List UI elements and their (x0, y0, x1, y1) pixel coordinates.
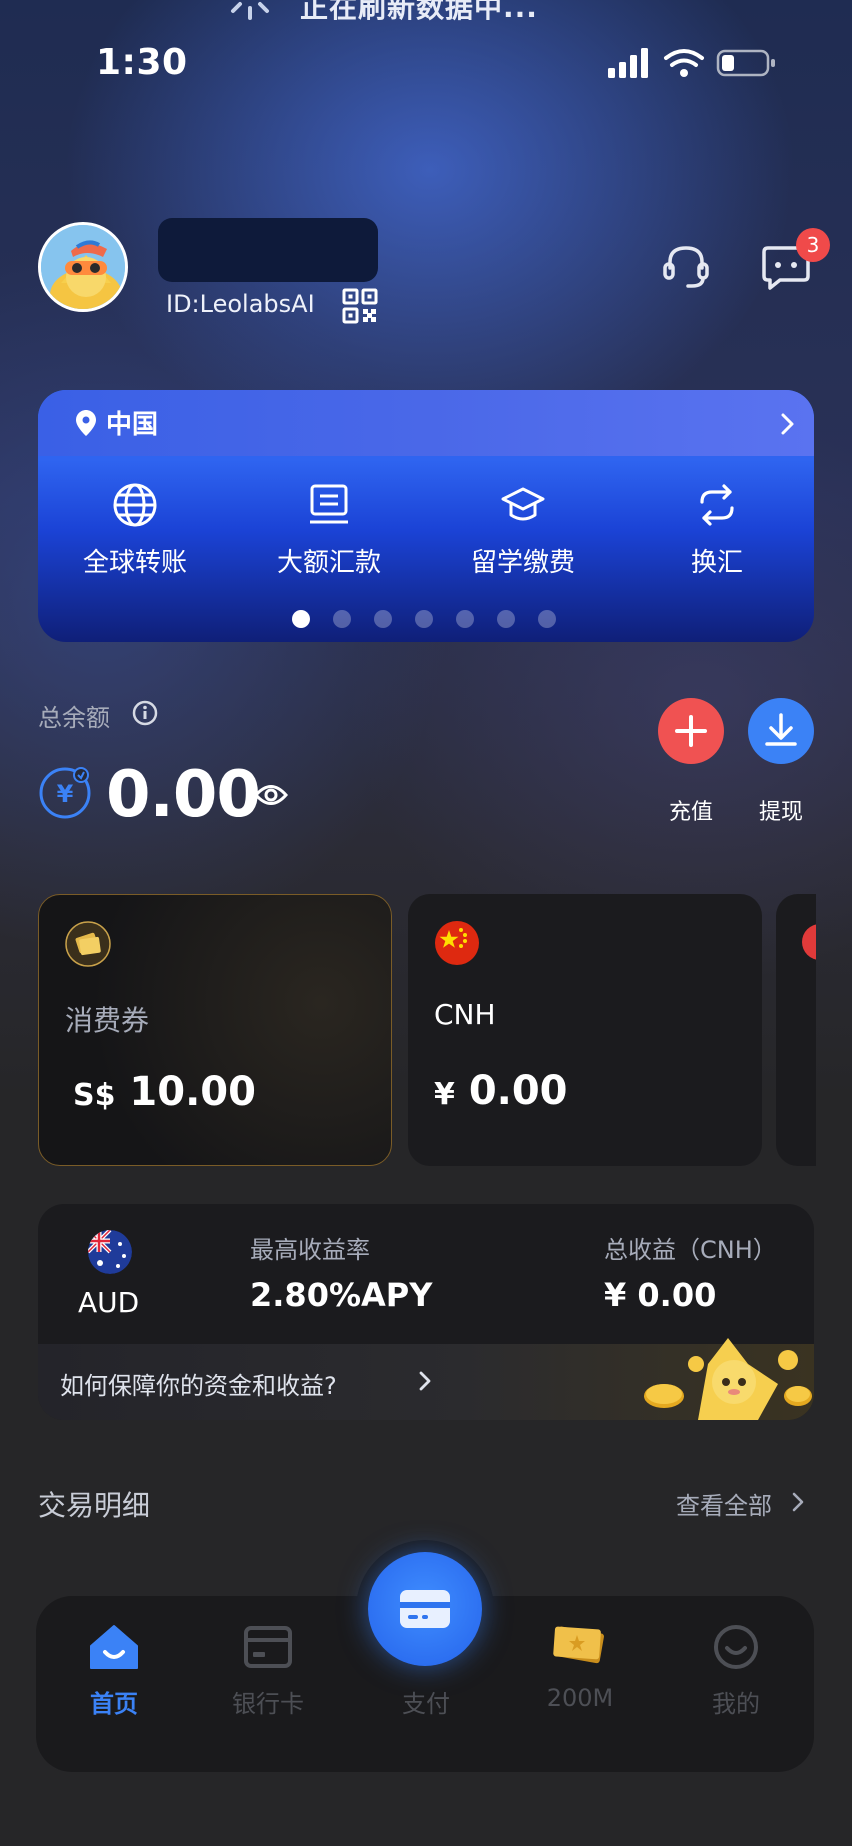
currency-amount: S$ 10.00 (73, 1069, 256, 1115)
currency-value: 0.00 (468, 1068, 568, 1114)
nav-item-200m[interactable]: 200M (510, 1624, 650, 1744)
carousel-dot[interactable] (333, 610, 351, 628)
currency-value: 10.00 (129, 1069, 256, 1115)
nav-label: 200M (546, 1684, 614, 1712)
pay-card-icon (400, 1590, 450, 1628)
cnh-card[interactable]: CNH ¥ 0.00 (408, 894, 762, 1166)
region-selector[interactable]: 中国 (38, 390, 814, 456)
customer-service-icon[interactable] (660, 240, 712, 292)
exchange-icon (700, 484, 734, 526)
remittance-icon (310, 484, 348, 524)
nav-item-bank-card[interactable]: 银行卡 (198, 1624, 338, 1744)
user-id: ID:LeolabsAI (166, 290, 315, 318)
rate-value: 2.80%APY (250, 1276, 433, 1314)
nav-label: 首页 (90, 1690, 138, 1718)
currency-name: 消费券 (65, 1004, 150, 1037)
australia-flag-icon (88, 1230, 132, 1274)
home-icon (90, 1625, 138, 1669)
recharge-label: 充值 (668, 800, 713, 825)
balance-value: 0.00 (106, 758, 261, 832)
cny-currency-icon[interactable]: ¥ (38, 766, 92, 820)
service-label: 留学缴费 (470, 548, 575, 578)
withdraw-label: 提现 (758, 800, 803, 825)
savings-currency: AUD (78, 1286, 140, 1319)
qr-code-icon[interactable] (342, 288, 378, 324)
balance-label: 总余额 (38, 704, 110, 732)
name-redacted-block (158, 218, 378, 282)
carousel-dot[interactable] (415, 610, 433, 628)
download-icon (765, 713, 797, 746)
savings-card[interactable]: AUD 最高收益率 2.80%APY 总收益（CNH） ¥ 0.00 如何保障你… (38, 1204, 814, 1420)
signal-icon (608, 48, 648, 78)
next-currency-card-peek[interactable] (776, 894, 816, 1166)
currency-name: CNH (434, 998, 496, 1031)
carousel-dot[interactable] (538, 610, 556, 628)
plus-icon (675, 715, 707, 747)
mascot-coins-icon (644, 1338, 812, 1420)
chevron-right-icon (419, 1371, 431, 1391)
view-all-link[interactable]: 查看全部 (676, 1486, 772, 1521)
region-services-card: 中国 全球转账 大额汇款 留学缴费 换汇 (38, 390, 814, 642)
earnings-value: ¥ 0.00 (604, 1276, 717, 1314)
svg-text:¥: ¥ (57, 780, 74, 808)
carousel-dot[interactable] (456, 610, 474, 628)
service-label: 换汇 (690, 548, 743, 578)
location-pin-icon (76, 410, 96, 436)
service-currency-exchange[interactable]: 换汇 (620, 482, 814, 592)
globe-icon (113, 483, 157, 527)
bank-card-icon (244, 1626, 292, 1668)
avatar[interactable] (38, 222, 128, 312)
earnings-label: 总收益（CNH） (604, 1236, 777, 1264)
pay-button[interactable] (368, 1552, 482, 1666)
carousel-dot[interactable] (292, 610, 310, 628)
nav-label: 银行卡 (232, 1690, 304, 1718)
voucher-coin-icon (65, 921, 111, 967)
service-large-remittance[interactable]: 大额汇款 (232, 482, 426, 592)
flag-peek-icon (802, 924, 816, 960)
china-flag-icon (435, 921, 479, 965)
message-badge: 3 (796, 228, 830, 262)
carousel-dot[interactable] (497, 610, 515, 628)
service-label: 全球转账 (82, 548, 187, 578)
transactions-title: 交易明细 (38, 1489, 151, 1522)
graduation-cap-icon (501, 487, 545, 521)
carousel-dots (292, 610, 562, 628)
service-tuition-payment[interactable]: 留学缴费 (426, 482, 620, 592)
currency-amount: ¥ 0.00 (434, 1068, 568, 1114)
chevron-right-icon[interactable] (792, 1492, 804, 1512)
ticket-icon (553, 1626, 604, 1664)
wifi-icon (664, 49, 704, 67)
nav-label: 我的 (712, 1690, 760, 1718)
refresh-status-text: 正在刷新数据中... (300, 0, 538, 24)
info-icon[interactable] (132, 700, 158, 726)
carousel-dot[interactable] (374, 610, 392, 628)
loading-spinner-icon (231, 2, 269, 20)
smiley-icon (714, 1625, 758, 1669)
withdraw-button[interactable] (748, 698, 814, 764)
fund-safety-text: 如何保障你的资金和收益? (60, 1372, 337, 1400)
eye-visibility-icon[interactable] (254, 780, 288, 810)
rate-label: 最高收益率 (250, 1236, 370, 1264)
service-label: 大额汇款 (276, 548, 381, 578)
battery-icon (716, 49, 775, 77)
nav-item-me[interactable]: 我的 (666, 1624, 806, 1744)
recharge-button[interactable] (658, 698, 724, 764)
nav-label: 支付 (402, 1690, 450, 1718)
nav-item-home[interactable]: 首页 (44, 1624, 184, 1744)
currency-symbol: ¥ (434, 1077, 455, 1112)
region-name: 中国 (106, 410, 159, 440)
status-icons (608, 48, 775, 78)
currency-symbol: S$ (73, 1078, 116, 1113)
voucher-card[interactable]: 消费券 S$ 10.00 (38, 894, 392, 1166)
chevron-right-icon (781, 413, 794, 435)
status-time: 1:30 (96, 42, 188, 83)
service-global-transfer[interactable]: 全球转账 (38, 482, 232, 592)
